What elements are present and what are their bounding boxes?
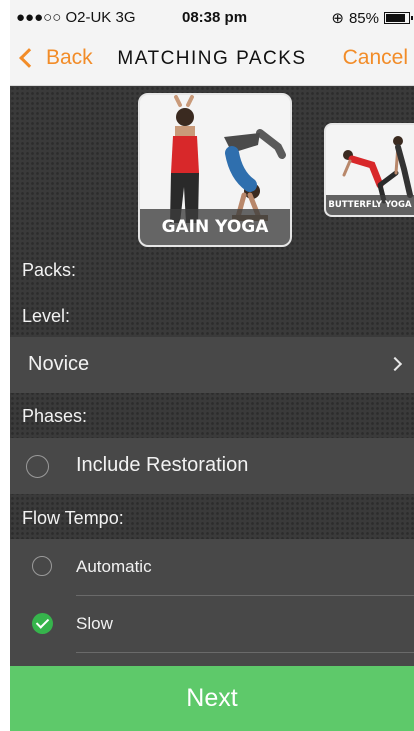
status-bar: ●●●○○ O2-UK 3G 08:38 pm ⊕ 85% [10, 0, 414, 34]
tempo-option-slow[interactable]: Slow [10, 596, 414, 652]
automatic-radio[interactable] [32, 556, 52, 576]
status-time: 08:38 pm [182, 9, 248, 26]
tempo-option-label: Slow [76, 614, 113, 633]
checkmark-icon[interactable] [32, 613, 53, 634]
pack-card-butterfly-yoga[interactable]: BUTTERFLY YOGA [324, 123, 414, 217]
battery-percent: 85% [348, 9, 379, 27]
include-restoration-option[interactable]: Include Restoration [10, 438, 414, 494]
tempo-options: Automatic Slow [10, 539, 414, 666]
navigation-bar: Back MATCHING PACKS Cancel [10, 34, 414, 86]
level-value: Novice [28, 353, 90, 375]
level-selector[interactable]: Novice [10, 337, 414, 393]
flow-tempo-label: Flow Tempo: [22, 508, 124, 528]
battery-icon [384, 12, 413, 24]
phases-label: Phases: [22, 406, 88, 426]
cancel-button[interactable]: Cancel [343, 46, 408, 70]
status-right: ⊕ 85% [331, 9, 413, 27]
chevron-right-icon [387, 356, 403, 372]
divider [76, 652, 414, 653]
rotation-lock-icon: ⊕ [331, 10, 344, 27]
pack-card-gain-yoga[interactable]: GAIN YOGA [138, 93, 292, 247]
pack-caption: BUTTERFLY YOGA [326, 195, 414, 215]
form-content: GAIN YOGA BUTTERFLY YOGA Packs: Level: N… [10, 86, 414, 666]
app-screen: ●●●○○ O2-UK 3G 08:38 pm ⊕ 85% Back MATCH… [10, 0, 414, 731]
pack-caption: GAIN YOGA [140, 209, 290, 245]
restoration-radio[interactable] [26, 455, 49, 478]
next-button[interactable]: Next [10, 666, 414, 731]
restoration-label: Include Restoration [76, 454, 249, 476]
tempo-option-label: Automatic [76, 557, 152, 576]
level-label: Level: [22, 306, 71, 326]
tempo-option-automatic[interactable]: Automatic [10, 539, 414, 595]
packs-label: Packs: [22, 260, 77, 280]
carrier-signal: ●●●○○ O2-UK 3G [16, 9, 136, 26]
